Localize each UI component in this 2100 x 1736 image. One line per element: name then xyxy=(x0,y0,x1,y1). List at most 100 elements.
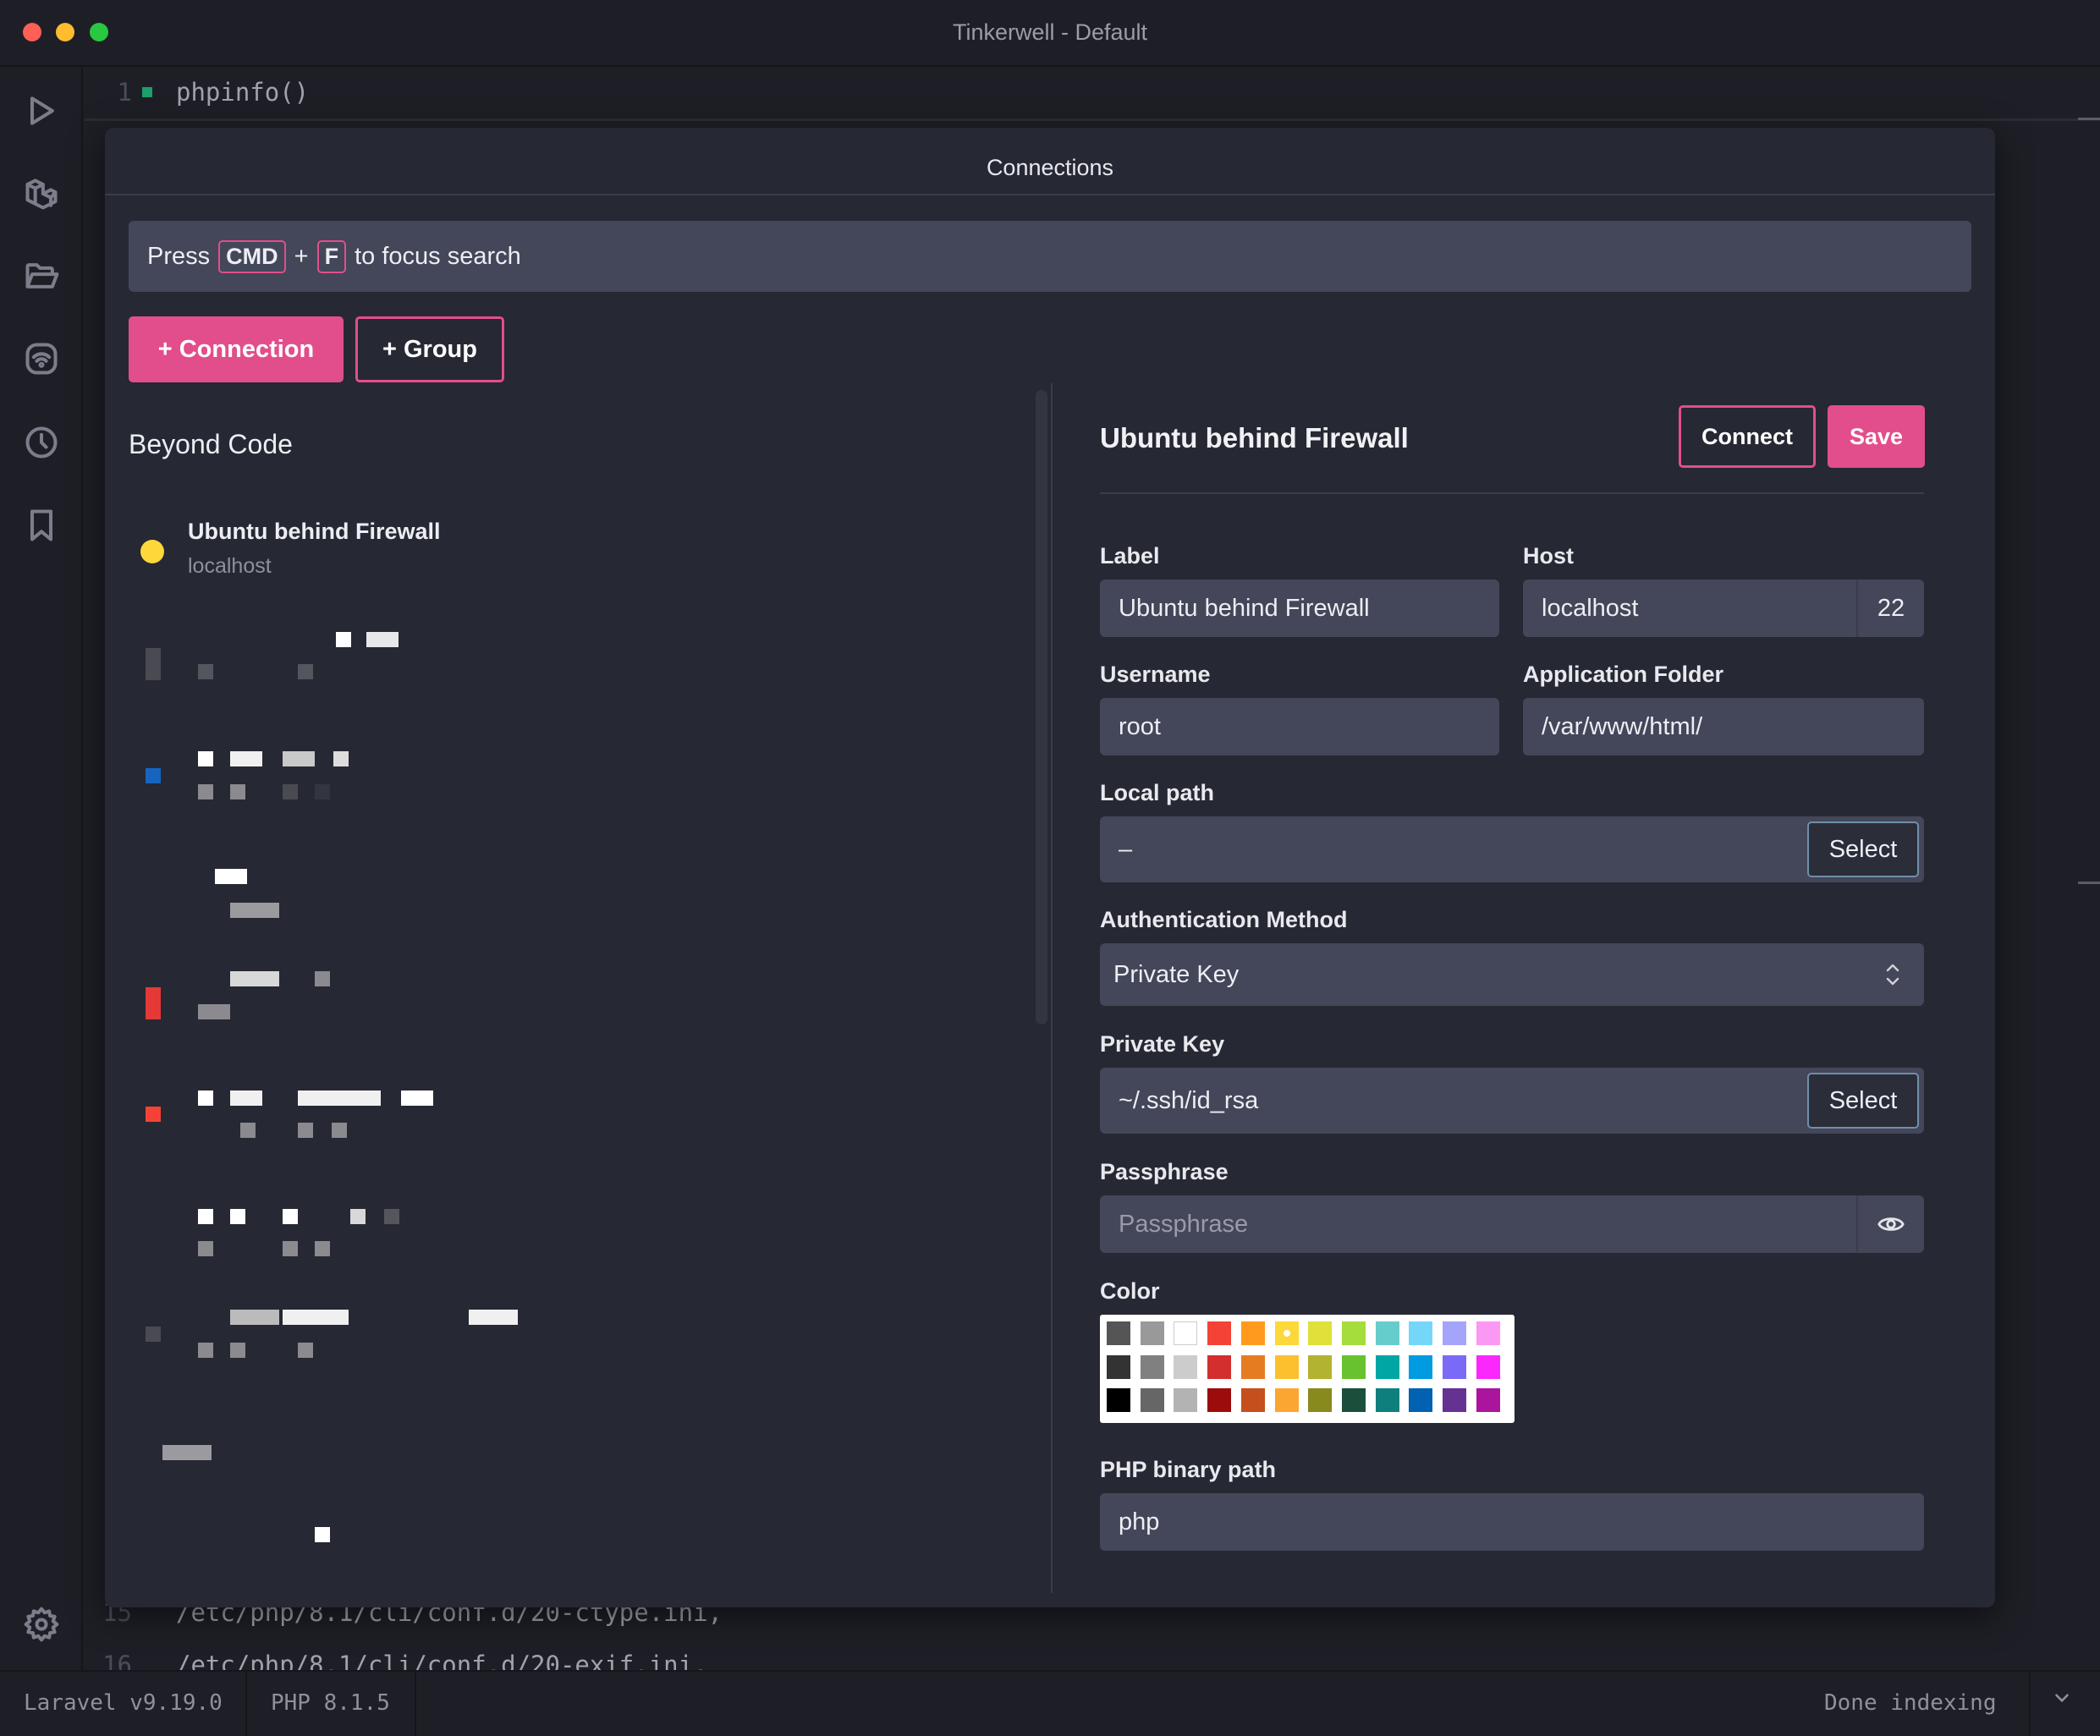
redacted-pixel xyxy=(240,1123,256,1138)
app-folder-field-label: Application Folder xyxy=(1523,662,1724,687)
gear-icon[interactable] xyxy=(20,1603,63,1645)
title-bar: Tinkerwell - Default xyxy=(0,0,2100,67)
color-swatch[interactable] xyxy=(1375,1354,1399,1379)
color-swatch[interactable] xyxy=(1107,1321,1130,1345)
private-key-select-button[interactable]: Select xyxy=(1807,1073,1919,1129)
color-swatch[interactable] xyxy=(1443,1321,1466,1345)
connection-name: Ubuntu behind Firewall xyxy=(188,519,441,544)
app-folder-field[interactable]: /var/www/html/ xyxy=(1523,698,1924,755)
username-field[interactable]: root xyxy=(1100,698,1499,755)
local-path-field[interactable]: – Select xyxy=(1100,816,1924,882)
connection-host: localhost xyxy=(188,554,272,578)
color-swatch[interactable] xyxy=(1308,1321,1333,1345)
php-binary-field[interactable]: php xyxy=(1100,1493,1924,1551)
color-swatch[interactable] xyxy=(1107,1388,1130,1412)
color-swatch[interactable] xyxy=(1308,1354,1333,1379)
redacted-pixel xyxy=(198,751,213,766)
redacted-pixel xyxy=(198,1004,230,1019)
color-swatch[interactable] xyxy=(1341,1321,1366,1345)
redacted-pixel xyxy=(198,664,213,679)
code-line[interactable]: 1 phpinfo() xyxy=(85,78,310,112)
host-field[interactable]: localhost 22 xyxy=(1523,580,1924,637)
eye-icon[interactable] xyxy=(1856,1195,1924,1253)
redacted-pixel xyxy=(298,1090,381,1106)
color-swatch[interactable] xyxy=(1341,1354,1366,1379)
pane-divider xyxy=(1051,383,1053,1593)
color-swatch[interactable] xyxy=(1409,1354,1433,1379)
redacted-pixel xyxy=(198,1209,213,1224)
color-swatch[interactable] xyxy=(1443,1388,1466,1412)
label-field[interactable]: Ubuntu behind Firewall xyxy=(1100,580,1499,637)
history-icon[interactable] xyxy=(20,421,63,464)
redacted-pixel xyxy=(315,784,330,799)
redacted-pixel xyxy=(198,1241,213,1256)
label-field-label: Label xyxy=(1100,543,1160,569)
color-swatch[interactable] xyxy=(1476,1354,1500,1379)
color-swatch[interactable] xyxy=(1409,1388,1433,1412)
redacted-pixel xyxy=(366,632,399,647)
color-swatch[interactable] xyxy=(1274,1321,1299,1345)
passphrase-field[interactable]: Passphrase xyxy=(1100,1195,1924,1253)
chevron-down-icon[interactable] xyxy=(2051,1687,2073,1715)
redacted-pixel xyxy=(315,1527,330,1542)
private-key-field[interactable]: ~/.ssh/id_rsa Select xyxy=(1100,1068,1924,1134)
passphrase-placeholder: Passphrase xyxy=(1119,1210,1249,1238)
color-swatch[interactable] xyxy=(1207,1388,1232,1412)
color-swatch[interactable] xyxy=(1207,1321,1232,1345)
color-swatch[interactable] xyxy=(1375,1388,1399,1412)
color-swatch[interactable] xyxy=(1240,1388,1265,1412)
color-swatch[interactable] xyxy=(1476,1388,1500,1412)
selected-swatch-indicator xyxy=(1283,1330,1290,1337)
color-swatch[interactable] xyxy=(1107,1354,1130,1379)
color-swatch[interactable] xyxy=(1308,1388,1333,1412)
list-scrollbar[interactable] xyxy=(1036,390,1047,1025)
color-swatch[interactable] xyxy=(1375,1321,1399,1345)
color-swatch[interactable] xyxy=(1443,1354,1466,1379)
code-line[interactable]: 16/etc/php/8.1/cli/conf.d/20-exif.ini, xyxy=(85,1651,708,1671)
sidebar xyxy=(0,67,83,1670)
redacted-pixel xyxy=(283,784,298,799)
bookmark-icon[interactable] xyxy=(20,504,63,547)
color-swatch[interactable] xyxy=(1240,1321,1265,1345)
redacted-pixel xyxy=(230,751,262,766)
local-path-select-button[interactable]: Select xyxy=(1807,821,1919,877)
connect-button[interactable]: Connect xyxy=(1679,405,1816,468)
color-swatch[interactable] xyxy=(1341,1388,1366,1412)
color-swatch[interactable] xyxy=(1240,1354,1265,1379)
port-field[interactable]: 22 xyxy=(1856,580,1924,637)
folder-open-icon[interactable] xyxy=(20,255,63,297)
color-swatch[interactable] xyxy=(1274,1388,1299,1412)
color-swatch[interactable] xyxy=(1207,1354,1232,1379)
color-swatch[interactable] xyxy=(1476,1321,1500,1345)
color-swatch[interactable] xyxy=(1140,1354,1164,1379)
color-swatch[interactable] xyxy=(1174,1321,1198,1345)
auth-method-select[interactable]: Private Key xyxy=(1100,943,1924,1006)
laravel-icon[interactable] xyxy=(20,173,63,215)
scroll-marker xyxy=(2078,118,2100,120)
redacted-pixel xyxy=(146,648,161,680)
save-button[interactable]: Save xyxy=(1828,405,1925,468)
redacted-pixel xyxy=(230,1209,245,1224)
color-label: Color xyxy=(1100,1278,1160,1304)
form-divider xyxy=(1100,492,1924,494)
redacted-pixel xyxy=(162,1445,212,1460)
window-title: Tinkerwell - Default xyxy=(952,19,1148,45)
color-swatch[interactable] xyxy=(1409,1321,1433,1345)
status-divider xyxy=(245,1672,247,1736)
redacted-pixel xyxy=(283,1310,349,1325)
connections-modal: Connections Press CMD + F to focus searc… xyxy=(105,128,1995,1607)
color-swatch[interactable] xyxy=(1274,1354,1299,1379)
line-code: /etc/php/8.1/cli/conf.d/20-exif.ini, xyxy=(176,1651,708,1671)
add-connection-button[interactable]: + Connection xyxy=(129,316,344,382)
redacted-pixel xyxy=(230,1090,262,1106)
color-swatch[interactable] xyxy=(1140,1321,1164,1345)
color-swatch[interactable] xyxy=(1174,1388,1198,1412)
color-swatch[interactable] xyxy=(1140,1388,1164,1412)
run-icon[interactable] xyxy=(20,90,63,132)
connection-search-input[interactable]: Press CMD + F to focus search xyxy=(129,221,1971,292)
add-group-button[interactable]: + Group xyxy=(355,316,504,382)
wifi-icon[interactable] xyxy=(20,338,63,380)
color-swatch[interactable] xyxy=(1174,1354,1198,1379)
current-line-highlight xyxy=(85,118,2100,121)
status-divider xyxy=(2029,1672,2031,1736)
